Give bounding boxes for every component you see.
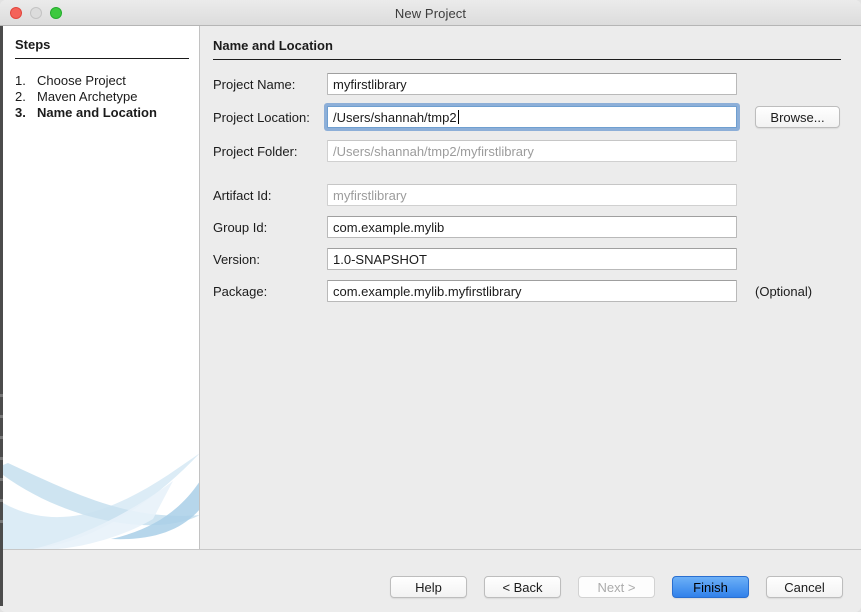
project-folder-value: /Users/shannah/tmp2/myfirstlibrary xyxy=(333,144,534,159)
project-location-field[interactable]: /Users/shannah/tmp2 xyxy=(327,106,737,128)
project-folder-label: Project Folder: xyxy=(213,144,327,159)
next-button: Next > xyxy=(578,576,655,598)
zoom-window-icon[interactable] xyxy=(50,7,62,19)
package-value: com.example.mylib.myfirstlibrary xyxy=(333,284,522,299)
package-label: Package: xyxy=(213,284,327,299)
version-row: Version: 1.0-SNAPSHOT xyxy=(213,248,841,270)
dialog-content: Steps 1. Choose Project 2. Maven Archety… xyxy=(3,26,861,549)
name-and-location-panel: Name and Location Project Name: myfirstl… xyxy=(200,26,861,549)
package-row: Package: com.example.mylib.myfirstlibrar… xyxy=(213,280,841,302)
group-id-value: com.example.mylib xyxy=(333,220,444,235)
step-label: Choose Project xyxy=(37,73,126,89)
artifact-id-field: myfirstlibrary xyxy=(327,184,737,206)
step-number: 2. xyxy=(15,89,37,105)
panel-heading: Name and Location xyxy=(213,38,841,60)
optional-hint: (Optional) xyxy=(755,284,812,299)
project-location-row: Project Location: /Users/shannah/tmp2 Br… xyxy=(213,106,841,128)
background-window-sliver xyxy=(0,26,3,606)
window-controls xyxy=(10,0,62,26)
back-button[interactable]: < Back xyxy=(484,576,561,598)
close-window-icon[interactable] xyxy=(10,7,22,19)
step-number: 3. xyxy=(15,105,37,121)
browse-button[interactable]: Browse... xyxy=(755,106,840,128)
help-button[interactable]: Help xyxy=(390,576,467,598)
new-project-dialog: New Project Steps 1. Choose Project 2. M… xyxy=(0,0,861,612)
project-location-value: /Users/shannah/tmp2 xyxy=(333,110,457,125)
project-folder-row: Project Folder: /Users/shannah/tmp2/myfi… xyxy=(213,140,841,162)
text-caret xyxy=(458,110,459,124)
group-id-row: Group Id: com.example.mylib xyxy=(213,216,841,238)
artifact-id-row: Artifact Id: myfirstlibrary xyxy=(213,184,841,206)
project-folder-field: /Users/shannah/tmp2/myfirstlibrary xyxy=(327,140,737,162)
finish-button[interactable]: Finish xyxy=(672,576,749,598)
step-label: Name and Location xyxy=(37,105,157,121)
step-label: Maven Archetype xyxy=(37,89,137,105)
project-name-label: Project Name: xyxy=(213,77,327,92)
dialog-button-bar: Help < Back Next > Finish Cancel xyxy=(0,550,861,612)
steps-heading: Steps xyxy=(15,37,189,59)
version-label: Version: xyxy=(213,252,327,267)
steps-sidebar: Steps 1. Choose Project 2. Maven Archety… xyxy=(3,26,200,549)
project-name-row: Project Name: myfirstlibrary xyxy=(213,73,841,95)
artifact-id-value: myfirstlibrary xyxy=(333,188,407,203)
netbeans-swoosh-watermark xyxy=(3,441,200,549)
project-name-value: myfirstlibrary xyxy=(333,77,407,92)
group-id-label: Group Id: xyxy=(213,220,327,235)
title-bar[interactable]: New Project xyxy=(0,0,861,26)
project-location-label: Project Location: xyxy=(213,110,327,125)
step-name-and-location: 3. Name and Location xyxy=(15,105,187,121)
step-number: 1. xyxy=(15,73,37,89)
group-id-field[interactable]: com.example.mylib xyxy=(327,216,737,238)
project-form: Project Name: myfirstlibrary Project Loc… xyxy=(213,73,841,302)
package-field[interactable]: com.example.mylib.myfirstlibrary xyxy=(327,280,737,302)
step-maven-archetype: 2. Maven Archetype xyxy=(15,89,187,105)
minimize-window-icon[interactable] xyxy=(30,7,42,19)
step-choose-project: 1. Choose Project xyxy=(15,73,187,89)
version-value: 1.0-SNAPSHOT xyxy=(333,252,427,267)
window-title: New Project xyxy=(0,0,861,26)
cancel-button[interactable]: Cancel xyxy=(766,576,843,598)
project-name-field[interactable]: myfirstlibrary xyxy=(327,73,737,95)
version-field[interactable]: 1.0-SNAPSHOT xyxy=(327,248,737,270)
artifact-id-label: Artifact Id: xyxy=(213,188,327,203)
steps-list: 1. Choose Project 2. Maven Archetype 3. … xyxy=(15,73,187,121)
